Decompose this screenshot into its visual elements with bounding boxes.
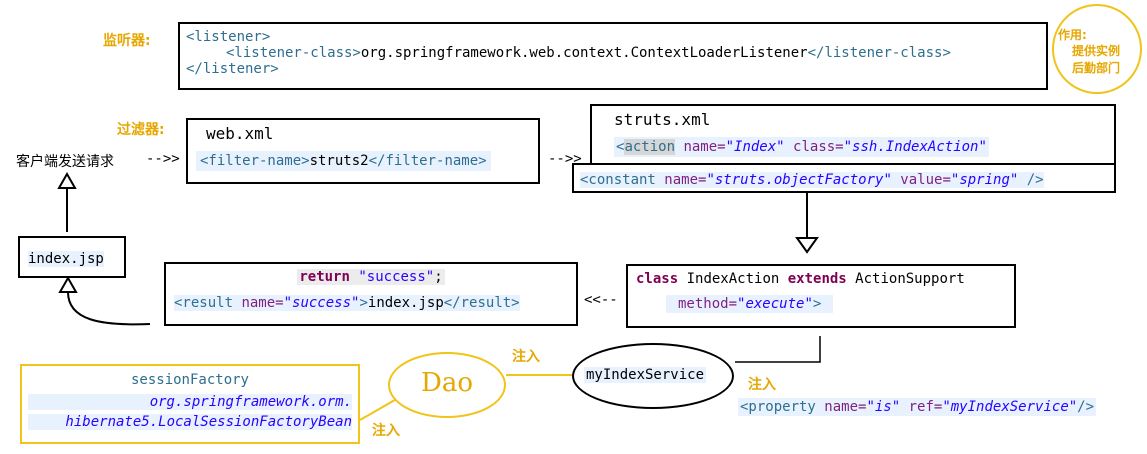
property-config-line: <property name="is" ref="myIndexService"…	[738, 398, 1097, 416]
listener-label: 监听器:	[103, 33, 151, 49]
webxml-title: web.xml	[206, 124, 274, 143]
role-note-line2: 后勤部门	[1072, 61, 1121, 75]
service-ellipse: myIndexService	[572, 343, 734, 409]
result-config-line: <result name="success">index.jsp</result…	[174, 295, 520, 311]
index-jsp-box: index.jsp	[18, 236, 126, 278]
method-line: method="execute">	[666, 295, 834, 313]
action-to-result-arrow: <<--	[584, 292, 618, 308]
dao-label: Dao	[421, 368, 473, 398]
client-request-label: 客户端发送请求	[16, 154, 114, 170]
constant-config-line: <constant name="struts.objectFactory" va…	[580, 172, 1044, 188]
constant-line-box: <constant name="struts.objectFactory" va…	[572, 163, 1116, 193]
return-line: return "success";	[297, 269, 445, 285]
inject-label-property: 注入	[748, 377, 776, 393]
inject-label-session: 注入	[372, 423, 400, 439]
inject-label-service: 注入	[512, 349, 540, 365]
role-note-circle: 作用: 提供实例 后勤部门	[1052, 4, 1142, 94]
listener-box: <listener> <listener-class>org.springfra…	[178, 22, 1048, 90]
strutsxml-box: struts.xml <action name="Index" class="s…	[590, 104, 1116, 164]
session-factory-title: sessionFactory	[130, 372, 249, 388]
role-note-line1: 提供实例	[1072, 44, 1121, 58]
filter-label: 过滤器:	[117, 122, 165, 138]
dao-ellipse: Dao	[388, 352, 506, 418]
session-factory-class-line2: hibernate5.LocalSessionFactoryBean	[28, 414, 352, 430]
listener-close-line: </listener>	[186, 61, 279, 77]
session-factory-class-line1: org.springframework.orm.	[28, 394, 352, 410]
filter-name-line: <filter-name>struts2</filter-name>	[196, 151, 491, 171]
webxml-box: web.xml <filter-name>struts2</filter-nam…	[186, 118, 540, 184]
index-action-box: class IndexAction extends ActionSupport …	[626, 264, 1016, 328]
listener-open-line: <listener>	[186, 29, 271, 45]
action-config-line: <action name="Index" class="ssh.IndexAct…	[614, 137, 989, 157]
result-box: return "success"; <result name="success"…	[164, 262, 578, 326]
class-declaration-line: class IndexAction extends ActionSupport	[636, 271, 965, 287]
strutsxml-title: struts.xml	[614, 110, 711, 129]
listener-class-line: <listener-class>org.springframework.web.…	[226, 45, 951, 61]
role-note-title: 作用:	[1058, 28, 1087, 42]
session-factory-box: sessionFactory org.springframework.orm. …	[20, 364, 360, 444]
service-label: myIndexService	[584, 367, 707, 383]
client-to-web-arrow: -->>	[146, 151, 180, 167]
index-jsp-label: index.jsp	[28, 251, 104, 267]
